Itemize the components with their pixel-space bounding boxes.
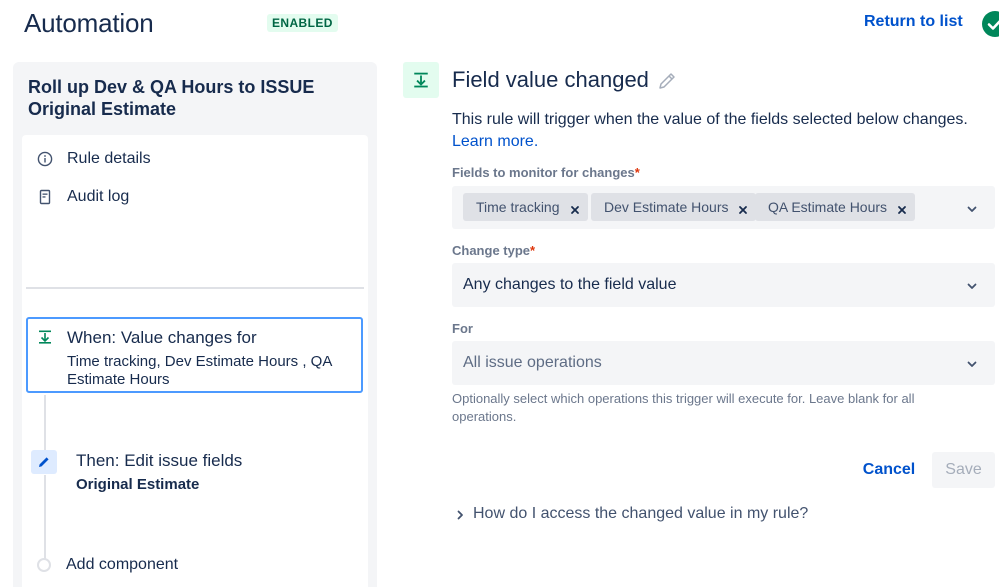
field-chip: Dev Estimate Hours xyxy=(591,193,757,221)
required-marker: * xyxy=(530,243,536,258)
pencil-icon xyxy=(31,450,57,474)
audit-log-label: Audit log xyxy=(67,188,130,205)
faq-expander[interactable]: How do I access the changed value in my … xyxy=(454,505,808,523)
rule-details-item[interactable]: Rule details xyxy=(37,147,151,171)
fields-label: Fields to monitor for changes* xyxy=(452,165,640,180)
trigger-type-icon xyxy=(403,62,439,98)
add-component-dot-icon xyxy=(37,558,51,572)
trigger-component-detail: Time tracking, Dev Estimate Hours , QA E… xyxy=(67,353,332,388)
field-chip: Time tracking xyxy=(463,193,588,221)
required-marker: * xyxy=(634,165,640,180)
page-title: Automation xyxy=(24,8,154,38)
chevron-down-icon[interactable] xyxy=(966,279,978,291)
rule-sidebar: Roll up Dev & QA Hours to ISSUE Original… xyxy=(13,62,377,587)
trigger-component-title: When: Value changes for xyxy=(67,328,257,347)
chevron-down-icon[interactable] xyxy=(966,357,978,369)
rule-components-card: Rule details Audit log When: Value chang… xyxy=(22,135,368,587)
trigger-description-text: This rule will trigger when the value of… xyxy=(452,111,968,128)
component-connector xyxy=(44,395,46,450)
faq-label: How do I access the changed value in my … xyxy=(473,505,809,522)
for-help-text: Optionally select which operations this … xyxy=(452,391,915,424)
add-component-label: Add component xyxy=(66,556,179,573)
change-type-label: Change type* xyxy=(452,243,535,258)
fields-multiselect[interactable]: Time tracking Dev Estimate Hours QA Esti… xyxy=(452,186,995,229)
remove-chip-icon[interactable] xyxy=(570,202,580,214)
chevron-right-icon xyxy=(454,508,466,520)
trigger-icon xyxy=(37,329,53,345)
nav-divider xyxy=(26,287,364,289)
document-icon xyxy=(37,189,53,205)
trigger-component[interactable]: When: Value changes for Time tracking, D… xyxy=(26,317,363,393)
fields-label-text: Fields to monitor for changes xyxy=(452,165,635,180)
field-chip: QA Estimate Hours xyxy=(755,193,916,221)
learn-more-link[interactable]: Learn more. xyxy=(452,133,538,150)
cancel-button[interactable]: Cancel xyxy=(852,452,926,488)
change-type-select[interactable]: Any changes to the field value xyxy=(452,263,995,307)
rule-name: Roll up Dev & QA Hours to ISSUE Original… xyxy=(28,77,315,119)
field-chip-label: Time tracking xyxy=(476,199,560,215)
return-to-list-link[interactable]: Return to list xyxy=(864,13,963,31)
remove-chip-icon[interactable] xyxy=(738,202,748,214)
info-icon xyxy=(37,151,53,167)
audit-log-item[interactable]: Audit log xyxy=(37,185,129,209)
for-label: For xyxy=(452,321,473,336)
action-component[interactable]: Then: Edit issue fields Original Estimat… xyxy=(31,448,361,508)
rule-details-label: Rule details xyxy=(67,150,151,167)
action-component-title: Then: Edit issue fields xyxy=(76,451,243,470)
field-chip-label: Dev Estimate Hours xyxy=(604,199,729,215)
for-select[interactable]: All issue operations xyxy=(452,341,995,385)
chevron-down-icon[interactable] xyxy=(966,202,978,214)
status-badge: ENABLED xyxy=(267,14,338,32)
trigger-title: Field value changed xyxy=(452,67,649,92)
action-component-detail: Original Estimate xyxy=(76,476,200,493)
check-circle-icon xyxy=(982,11,999,37)
trigger-description: This rule will trigger when the value of… xyxy=(452,109,992,153)
save-button[interactable]: Save xyxy=(932,452,995,488)
edit-pencil-icon[interactable] xyxy=(656,70,678,92)
field-chip-label: QA Estimate Hours xyxy=(768,199,888,215)
change-type-value: Any changes to the field value xyxy=(463,276,677,293)
add-component-button[interactable]: Add component xyxy=(37,556,178,574)
for-value: All issue operations xyxy=(463,354,602,371)
remove-chip-icon[interactable] xyxy=(897,202,907,214)
change-type-label-text: Change type xyxy=(452,243,531,258)
